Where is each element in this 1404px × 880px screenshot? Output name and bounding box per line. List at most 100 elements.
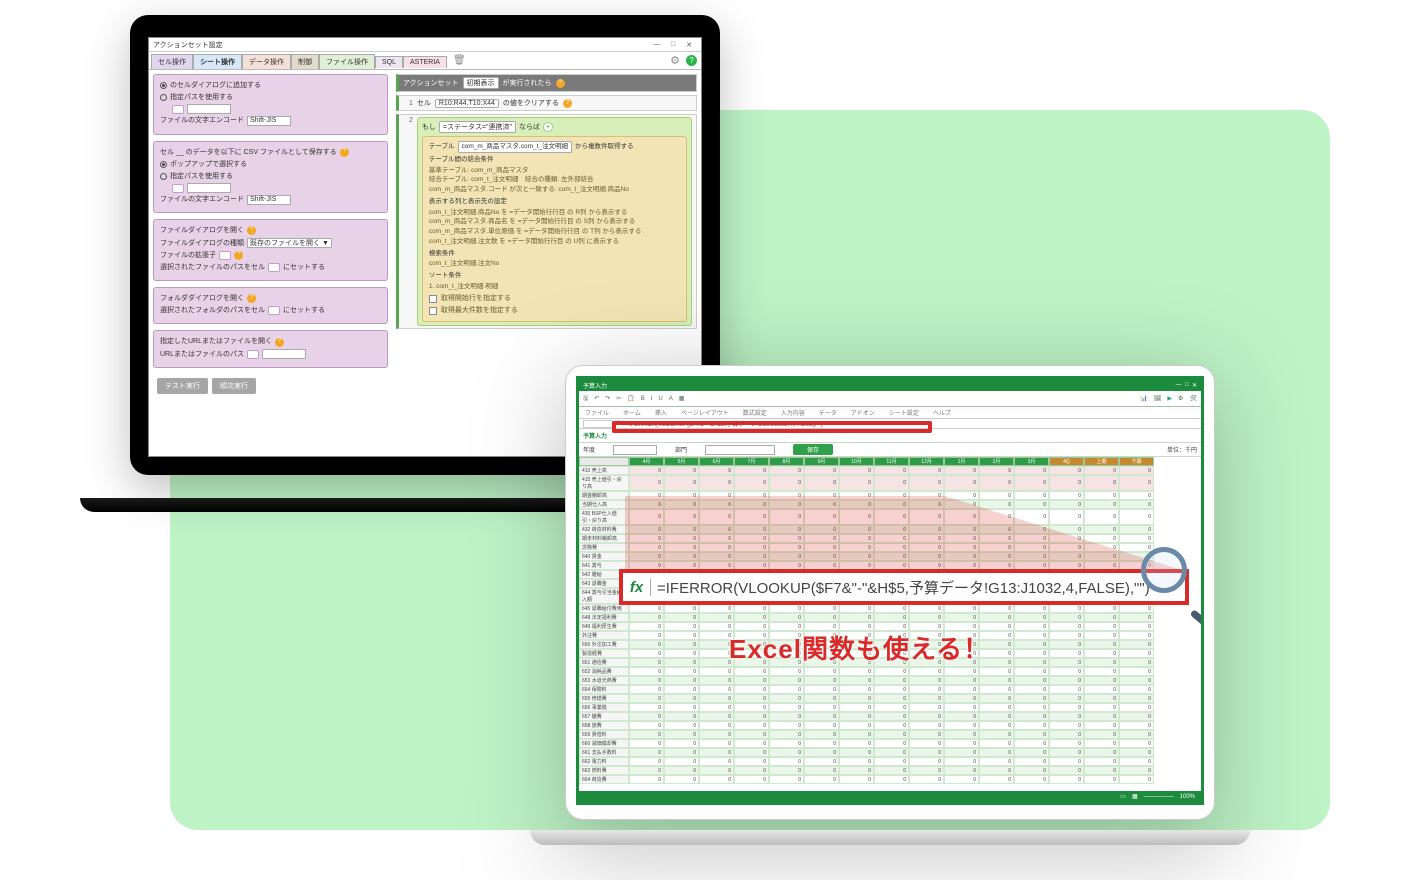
menu-item[interactable]: ファイル: [585, 408, 609, 417]
tab-control[interactable]: 制御: [291, 54, 319, 69]
radio-popup-2[interactable]: [160, 161, 167, 168]
cell-chip[interactable]: [268, 263, 280, 272]
ribbon-icon[interactable]: 🛠: [1189, 395, 1197, 402]
dialog-type-select[interactable]: 既存のファイルを開く ▼: [247, 238, 332, 248]
ribbon-icon[interactable]: 🖫: [583, 394, 588, 404]
test-run-button[interactable]: テスト実行: [157, 378, 208, 394]
help-icon[interactable]: ?: [686, 55, 697, 66]
formula-zoom-text: =IFERROR(VLOOKUP($F7&"-"&H$5,予算データ!G13:J…: [651, 577, 1185, 598]
excel-laptop: 予算入力 — □ ✕ 🖫 ↶ ↷ ✂ 📋 BIU A ▦ 📊 🖼 ▶ ⚙ 🛠 ファイル ホ…: [530, 365, 1250, 865]
save-button[interactable]: 保存: [793, 444, 833, 455]
view-icon[interactable]: ▦: [1132, 793, 1138, 800]
cond-token[interactable]: =ステータス="連携済": [439, 121, 516, 133]
ribbon-icon[interactable]: ▦: [679, 395, 685, 402]
status-bar: ▭ ▦ ————— 100%: [579, 791, 1201, 802]
script-line[interactable]: 1 セル R10:R44,T10:X44 の値をクリアする ?: [396, 95, 697, 111]
block-folder-dialog[interactable]: フォルダダイアログを開く? 選択されたフォルダのパスをセルにセットする: [153, 287, 388, 324]
menu-item[interactable]: 入力内容: [781, 408, 805, 417]
cell-chip[interactable]: [268, 306, 280, 315]
step-run-button[interactable]: 順次実行: [212, 378, 256, 394]
radio-path-2[interactable]: [160, 173, 167, 180]
ribbon-icon[interactable]: 📊: [1140, 395, 1147, 402]
path-input[interactable]: [187, 104, 231, 114]
zoom-level[interactable]: 100%: [1180, 794, 1195, 800]
tab-cell[interactable]: セル操作: [151, 54, 193, 69]
dept-input[interactable]: [705, 445, 775, 455]
ribbon-icon[interactable]: 📋: [627, 395, 634, 402]
hint-icon[interactable]: ?: [234, 251, 243, 260]
close-icon[interactable]: ✕: [1192, 382, 1197, 389]
cell-chip[interactable]: [172, 105, 184, 114]
tab-asteria[interactable]: ASTERIA: [403, 56, 447, 68]
fx-label: fx: [623, 579, 651, 596]
table-token[interactable]: com_m_商品マスタ,com_t_注文明細: [458, 141, 573, 153]
add-icon[interactable]: +: [543, 122, 553, 132]
min-icon[interactable]: —: [1176, 382, 1182, 388]
close-button[interactable]: ✕: [681, 41, 697, 49]
script-line[interactable]: 2 もし =ステータス="連携済" ならば + テーブル: [396, 114, 697, 329]
minimize-button[interactable]: —: [649, 41, 665, 48]
menu-item[interactable]: ページレイアウト: [681, 408, 729, 417]
ribbon-icon[interactable]: B: [641, 396, 645, 402]
menu-item[interactable]: ホーム: [623, 408, 641, 417]
ribbon-icon[interactable]: ⚙: [1178, 395, 1183, 402]
cell-ref-token[interactable]: R10:R44,T10:X44: [435, 99, 499, 108]
hint-icon[interactable]: ?: [275, 338, 284, 347]
max-icon[interactable]: □: [1185, 382, 1189, 388]
formula-zoom: fx =IFERROR(VLOOKUP($F7&"-"&H$5,予算データ!G1…: [619, 569, 1189, 605]
tab-sql[interactable]: SQL: [375, 56, 403, 68]
url-input[interactable]: [262, 349, 306, 359]
ribbon-icon[interactable]: ↷: [605, 395, 610, 402]
window-title: アクションセット設定: [153, 40, 649, 50]
ribbon-icon[interactable]: ✂: [616, 395, 621, 402]
hint-icon[interactable]: ?: [563, 99, 572, 108]
encoding-select-2[interactable]: Shift-JIS: [247, 195, 291, 205]
block-open-url[interactable]: 指定したURLまたはファイルを開く? URLまたはファイルのパス: [153, 330, 388, 367]
maximize-button[interactable]: □: [665, 41, 681, 48]
excel-title: 予算入力: [583, 381, 607, 390]
view-icon[interactable]: ▭: [1120, 793, 1126, 800]
spreadsheet[interactable]: 予算入力 年度 部門 保存 単位：千円 4月5月6月7月8月9月10月11月12…: [579, 429, 1201, 791]
hint-icon[interactable]: ?: [340, 148, 349, 157]
checkbox[interactable]: [429, 307, 437, 315]
tab-sheet[interactable]: シート操作: [193, 54, 242, 69]
block-file-dialog[interactable]: ファイルダイアログを開く? ファイルダイアログの種類既存のファイルを開く ▼ フ…: [153, 219, 388, 281]
path-input-2[interactable]: [187, 183, 231, 193]
magnifier-icon: [1141, 547, 1201, 617]
radio-popup[interactable]: [160, 82, 167, 89]
menu-item[interactable]: データ: [819, 408, 837, 417]
excel-window: 予算入力 — □ ✕ 🖫 ↶ ↷ ✂ 📋 BIU A ▦ 📊 🖼 ▶ ⚙ 🛠 ファイル ホ…: [576, 376, 1204, 805]
cell-chip[interactable]: [219, 251, 231, 260]
excel-titlebar: 予算入力 — □ ✕: [579, 379, 1201, 391]
menu-item[interactable]: ヘルプ: [933, 408, 951, 417]
ribbon-icon[interactable]: 🖼: [1154, 395, 1162, 402]
year-input[interactable]: [613, 445, 657, 455]
menu-item[interactable]: 挿入: [655, 408, 667, 417]
tab-data[interactable]: データ操作: [242, 54, 291, 69]
ribbon-icon[interactable]: A: [669, 396, 673, 402]
name-box[interactable]: [583, 420, 613, 428]
checkbox[interactable]: [429, 295, 437, 303]
tab-file[interactable]: ファイル操作: [319, 54, 375, 69]
ribbon-icon[interactable]: ↶: [594, 395, 599, 402]
category-tabs: セル操作 シート操作 データ操作 制御 ファイル操作 SQL ASTERIA 🗑…: [149, 52, 701, 70]
cell-chip[interactable]: [172, 184, 184, 193]
menu-item[interactable]: アドオン: [851, 408, 875, 417]
cell-chip[interactable]: [247, 350, 259, 359]
ribbon-icon[interactable]: U: [658, 396, 662, 402]
ribbon-icons: 🖫 ↶ ↷ ✂ 📋 BIU A ▦ 📊 🖼 ▶ ⚙ 🛠: [579, 391, 1201, 407]
gear-icon[interactable]: ⚙: [670, 54, 680, 67]
menu-item[interactable]: シート設定: [889, 408, 919, 417]
ribbon-icon[interactable]: I: [651, 396, 653, 402]
trash-icon[interactable]: 🗑: [453, 55, 466, 66]
ribbon-icon[interactable]: ▶: [1167, 395, 1172, 402]
block-csv-1[interactable]: のセルダイアログに追加する 指定パスを使用する ファイルの文字エンコードShif…: [153, 74, 388, 135]
radio-path[interactable]: [160, 94, 167, 101]
menu-item[interactable]: 数式設定: [743, 408, 767, 417]
hint-icon[interactable]: ?: [247, 294, 256, 303]
highlight-cone: [625, 496, 1185, 571]
hint-icon[interactable]: ?: [247, 226, 256, 235]
block-csv-2[interactable]: セル __ のデータを以下に CSV ファイルとして保存する? ポップアップで選…: [153, 141, 388, 214]
encoding-select[interactable]: Shift-JIS: [247, 116, 291, 126]
hint-icon[interactable]: ?: [556, 79, 565, 88]
